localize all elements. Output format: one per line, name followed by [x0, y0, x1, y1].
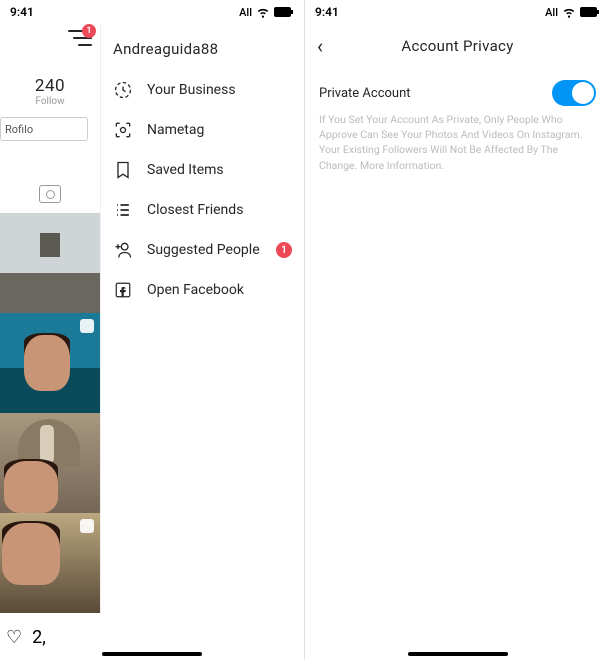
menu-label: Your Business	[147, 82, 236, 98]
comment-count: 2,	[32, 627, 46, 648]
battery-icon	[274, 7, 294, 17]
home-indicator	[408, 652, 508, 656]
grid-photo[interactable]	[0, 513, 100, 613]
add-person-icon	[113, 240, 133, 260]
menu-suggested-people[interactable]: Suggested People 1	[101, 230, 304, 270]
private-account-row: Private Account	[305, 68, 610, 110]
status-bar-right: 9:41 All	[305, 0, 610, 24]
menu-label: Closest Friends	[147, 202, 243, 218]
profile-input[interactable]	[0, 117, 88, 141]
privacy-screen: 9:41 All ‹ Account Privacy Private Accou…	[305, 0, 610, 660]
photo-grid	[0, 213, 100, 613]
heart-icon[interactable]: ♡	[6, 627, 22, 648]
clock-icon	[113, 80, 133, 100]
list-icon	[113, 200, 133, 220]
nametag-icon	[113, 120, 133, 140]
private-account-description: If You Set Your Account As Private, Only…	[305, 110, 610, 175]
menu-label: Nametag	[147, 122, 204, 138]
private-account-toggle[interactable]	[552, 80, 596, 106]
status-icons: All	[239, 5, 294, 19]
private-account-label: Private Account	[319, 86, 411, 101]
menu-your-business[interactable]: Your Business	[101, 70, 304, 110]
battery-icon	[580, 7, 600, 17]
followers-stat[interactable]: 240 Follow	[0, 76, 100, 107]
status-time: 9:41	[10, 5, 34, 19]
wifi-icon	[256, 5, 270, 19]
menu-closest-friends[interactable]: Closest Friends	[101, 190, 304, 230]
menu-label: Open Facebook	[147, 282, 244, 298]
multi-post-icon	[80, 319, 94, 333]
suggested-badge: 1	[276, 242, 292, 258]
menu-label: Saved Items	[147, 162, 224, 178]
drawer-menu: Andreaguida88 Your Business Nametag	[100, 24, 304, 660]
menu-nametag[interactable]: Nametag	[101, 110, 304, 150]
stat-label: Follow	[0, 96, 100, 107]
carrier-label: All	[545, 6, 558, 19]
facebook-icon	[113, 280, 133, 300]
profile-strip: 1 240 Follow	[0, 24, 100, 660]
tagged-tab-icon[interactable]	[39, 185, 61, 203]
menu-label: Suggested People	[147, 242, 260, 258]
home-indicator	[102, 652, 202, 656]
stat-number: 240	[0, 76, 100, 96]
bookmark-icon	[113, 160, 133, 180]
bottom-bar: ♡ 2,	[0, 614, 304, 660]
multi-post-icon	[80, 519, 94, 533]
grid-photo[interactable]	[0, 413, 100, 513]
grid-photo[interactable]	[0, 313, 100, 413]
privacy-title: Account Privacy	[317, 37, 598, 55]
menu-open-facebook[interactable]: Open Facebook	[101, 270, 304, 310]
menu-badge: 1	[82, 24, 96, 38]
wifi-icon	[562, 5, 576, 19]
status-bar-left: 9:41 All	[0, 0, 304, 24]
profile-screen: 9:41 All 1 240 Follow	[0, 0, 305, 660]
menu-saved[interactable]: Saved Items	[101, 150, 304, 190]
carrier-label: All	[239, 6, 252, 19]
grid-photo[interactable]	[0, 213, 100, 313]
username-label: Andreaguida88	[101, 32, 304, 70]
status-icons: All	[545, 5, 600, 19]
status-time: 9:41	[315, 5, 339, 19]
privacy-header: ‹ Account Privacy	[305, 24, 610, 68]
